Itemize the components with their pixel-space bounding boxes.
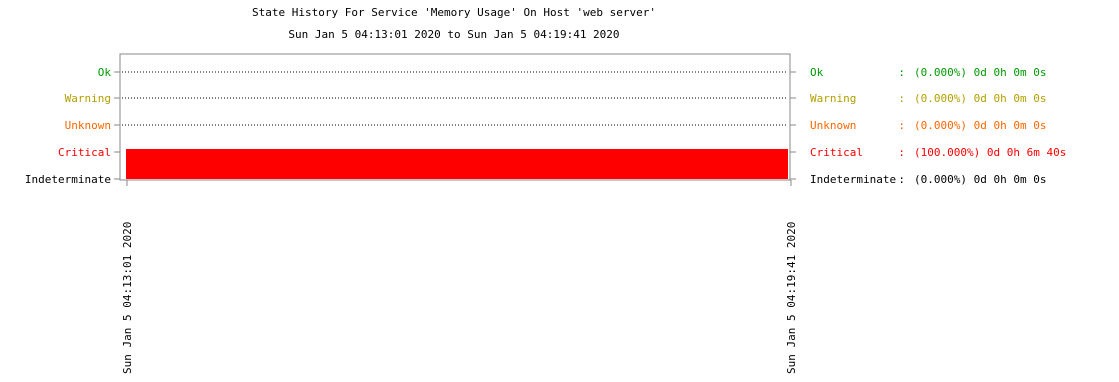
legend-colon: : xyxy=(898,119,905,132)
legend-state-name: Critical xyxy=(810,146,863,159)
legend-colon: : xyxy=(898,173,905,186)
legend-item-unknown: Unknown: (0.000%) 0d 0h 0m 0s xyxy=(810,119,1046,132)
x-tick-label: Sun Jan 5 04:13:01 2020 xyxy=(121,222,134,374)
row-label-warning: Warning xyxy=(65,92,111,105)
legend-colon: : xyxy=(898,92,905,105)
state-bar-critical xyxy=(126,149,788,179)
legend-value: (0.000%) 0d 0h 0m 0s xyxy=(914,66,1046,79)
chart-subtitle: Sun Jan 5 04:13:01 2020 to Sun Jan 5 04:… xyxy=(288,28,619,41)
row-label-unknown: Unknown xyxy=(65,119,111,132)
legend-value: (0.000%) 0d 0h 0m 0s xyxy=(914,173,1046,186)
legend-value: (0.000%) 0d 0h 0m 0s xyxy=(914,119,1046,132)
legend-value: (100.000%) 0d 0h 6m 40s xyxy=(914,146,1066,159)
legend-item-indeterminate: Indeterminate: (0.000%) 0d 0h 0m 0s xyxy=(810,173,1046,186)
legend-state-name: Unknown xyxy=(810,119,856,132)
legend-colon: : xyxy=(898,146,905,159)
legend-item-ok: Ok: (0.000%) 0d 0h 0m 0s xyxy=(810,66,1046,79)
row-label-indeterminate: Indeterminate xyxy=(25,173,111,186)
state-history-chart: State History For Service 'Memory Usage'… xyxy=(25,6,1066,374)
chart-title: State History For Service 'Memory Usage'… xyxy=(252,6,656,19)
legend-state-name: Ok xyxy=(810,66,824,79)
legend-item-critical: Critical: (100.000%) 0d 0h 6m 40s xyxy=(810,146,1066,159)
x-tick-label: Sun Jan 5 04:19:41 2020 xyxy=(785,222,798,374)
legend-value: (0.000%) 0d 0h 0m 0s xyxy=(914,92,1046,105)
row-label-critical: Critical xyxy=(58,146,111,159)
legend-state-name: Warning xyxy=(810,92,856,105)
legend-colon: : xyxy=(898,66,905,79)
legend-state-name: Indeterminate xyxy=(810,173,896,186)
row-label-ok: Ok xyxy=(98,66,112,79)
legend-item-warning: Warning: (0.000%) 0d 0h 0m 0s xyxy=(810,92,1046,105)
